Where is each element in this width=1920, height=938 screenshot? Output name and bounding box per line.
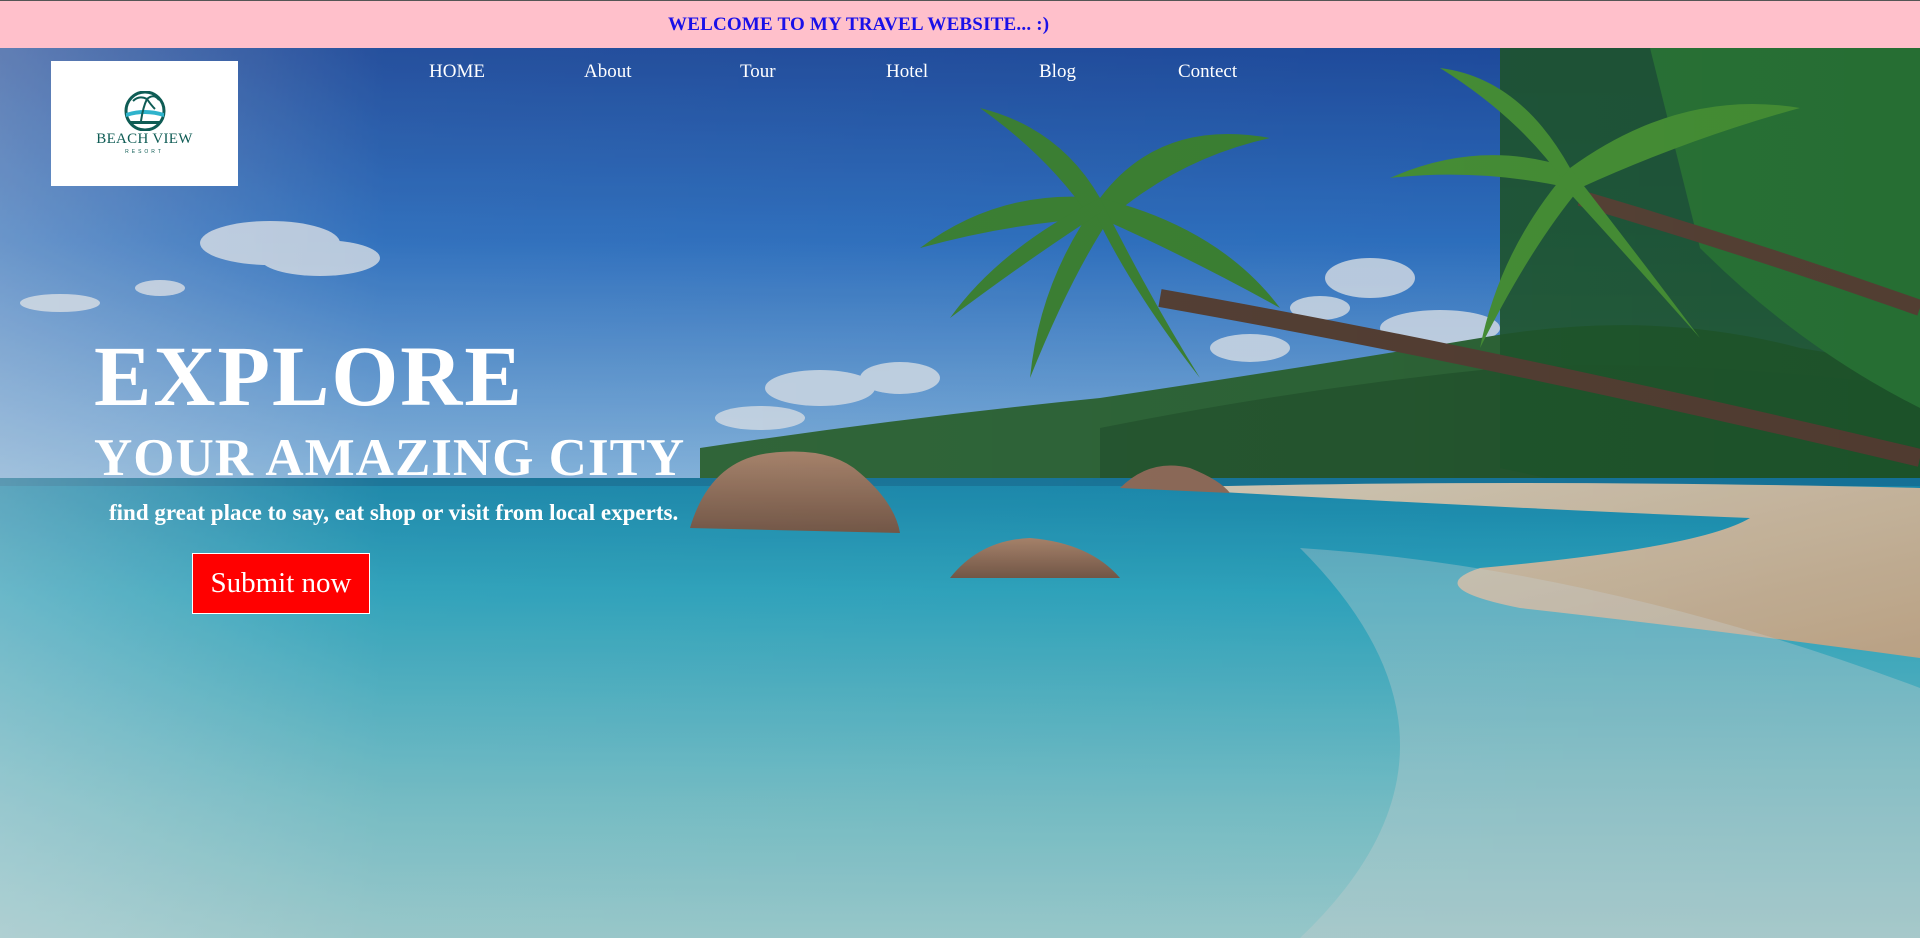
welcome-banner-text: WELCOME TO MY TRAVEL WEBSITE... :) xyxy=(668,14,1050,35)
beach-background-image xyxy=(0,48,1920,938)
welcome-banner: WELCOME TO MY TRAVEL WEBSITE... :) xyxy=(0,0,1920,48)
main-navigation: HOME About Tour Hotel Blog Contect xyxy=(0,61,1300,91)
submit-now-button[interactable]: Submit now xyxy=(192,553,370,614)
beach-resort-icon xyxy=(124,91,166,131)
hero-tagline: find great place to say, eat shop or vis… xyxy=(109,500,679,525)
nav-blog[interactable]: Blog xyxy=(1039,61,1076,83)
logo-title: BEACH VIEW xyxy=(96,131,193,147)
nav-home[interactable]: HOME xyxy=(429,61,485,83)
logo-subtitle: RESORT xyxy=(125,149,164,155)
hero-headline: EXPLORE xyxy=(94,328,524,424)
hero-section xyxy=(0,48,1920,938)
nav-about[interactable]: About xyxy=(584,61,632,83)
nav-tour[interactable]: Tour xyxy=(740,61,776,83)
nav-hotel[interactable]: Hotel xyxy=(886,61,928,83)
nav-contact[interactable]: Contect xyxy=(1178,61,1237,83)
hero-subheadline: YOUR AMAZING CITY xyxy=(94,429,686,487)
